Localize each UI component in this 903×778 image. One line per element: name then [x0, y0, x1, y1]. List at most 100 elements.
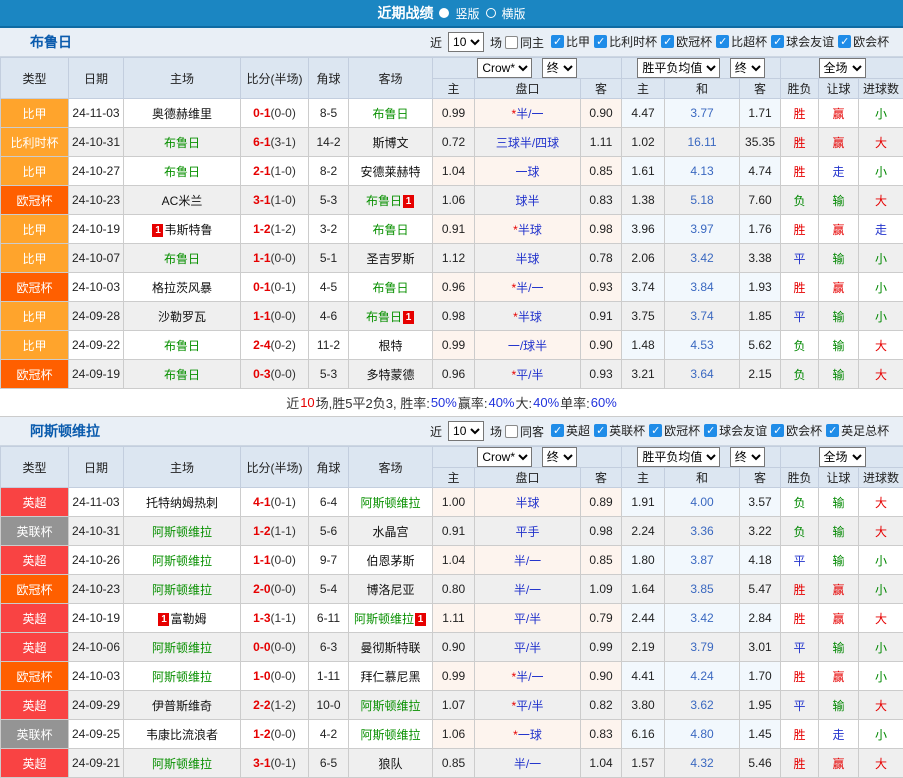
vertical-layout-radio[interactable]	[439, 8, 449, 18]
league-filter-checkbox-item[interactable]: 欧会杯	[771, 422, 822, 439]
same-venue-checkbox-item[interactable]: 同客	[505, 423, 544, 440]
col-odds-away: 客	[581, 468, 622, 488]
league-filter-checkbox-item[interactable]: 英超	[551, 422, 590, 439]
league-type-badge: 英联杯	[1, 517, 69, 546]
avg-stage-select[interactable]: 终	[730, 58, 765, 78]
odds-away: 1.09	[581, 575, 622, 604]
same-venue-checkbox-item[interactable]: 同主	[505, 34, 544, 51]
league-filter-label: 球会友谊	[719, 422, 767, 439]
avg-away: 35.35	[740, 128, 781, 157]
home-team-name: 韦康比流浪者	[146, 728, 218, 742]
result-outcome: 胜	[781, 157, 819, 186]
corner-score: 5-3	[309, 360, 349, 389]
col-type: 类型	[1, 447, 69, 488]
vertical-layout-label[interactable]: 竖版	[455, 5, 479, 22]
odds-away: 0.90	[581, 662, 622, 691]
match-date: 24-09-21	[69, 749, 124, 778]
league-filter-label: 欧冠杯	[664, 422, 700, 439]
score: 0-1(0-0)	[241, 99, 309, 128]
red-card-badge: 1	[152, 224, 163, 237]
match-date: 24-09-25	[69, 720, 124, 749]
league-filter-label: 英足总杯	[841, 422, 889, 439]
handicap: *平/半	[475, 360, 581, 389]
league-filter-checkbox-item[interactable]: 英足总杯	[826, 422, 889, 439]
same-venue-checkbox[interactable]	[505, 36, 518, 49]
odds-stage-select[interactable]: 终	[542, 447, 577, 467]
league-filter-checkbox[interactable]	[661, 35, 674, 48]
avg-away: 1.76	[740, 215, 781, 244]
away-team-name: 阿斯顿维拉	[360, 496, 420, 510]
avg-type-select[interactable]: 胜平负均值	[637, 58, 720, 78]
match-date: 24-10-03	[69, 662, 124, 691]
league-filter-checkbox[interactable]	[826, 424, 839, 437]
league-filter-label: 欧会杯	[786, 422, 822, 439]
half-time-score: (0-0)	[271, 582, 296, 596]
league-filter-checkbox[interactable]	[551, 35, 564, 48]
horizontal-layout-radio[interactable]	[486, 8, 496, 18]
odds-company-select[interactable]: Crow*	[477, 58, 532, 78]
result-outcome: 平	[781, 244, 819, 273]
league-filter-checkbox[interactable]	[716, 35, 729, 48]
col-handicap: 盘口	[475, 79, 581, 99]
scope-select[interactable]: 全场	[819, 447, 866, 467]
league-filter-checkbox-item[interactable]: 欧冠杯	[649, 422, 700, 439]
same-venue-checkbox[interactable]	[505, 425, 518, 438]
league-filter-checkbox-item[interactable]: 比甲	[551, 33, 590, 50]
avg-stage-select[interactable]: 终	[730, 447, 765, 467]
away-team-name: 布鲁日	[366, 310, 402, 324]
league-filter-label: 英联杯	[609, 422, 645, 439]
same-venue-label: 同客	[520, 423, 544, 440]
league-filter-group: 比甲比利时杯欧冠杯比超杯球会友谊欧会杯	[551, 33, 893, 51]
half-time-score: (0-0)	[271, 669, 296, 683]
avg-draw: 3.64	[665, 360, 740, 389]
league-filter-checkbox[interactable]	[551, 424, 564, 437]
home-team-name: 布鲁日	[164, 136, 200, 150]
league-filter-checkbox[interactable]	[594, 35, 607, 48]
avg-select-group: 胜平负均值 终	[622, 58, 781, 79]
home-team: 阿斯顿维拉	[124, 749, 241, 778]
summary-single-rate: 60%	[591, 395, 617, 410]
score: 1-3(1-1)	[241, 604, 309, 633]
odds-away: 0.83	[581, 720, 622, 749]
handicap-text: 半/一	[514, 554, 541, 568]
odds-stage-select[interactable]: 终	[542, 58, 577, 78]
league-filter-checkbox[interactable]	[771, 35, 784, 48]
away-team: 阿斯顿维拉	[349, 720, 433, 749]
match-row: 比甲24-10-27布鲁日2-1(1-0)8-2安德莱赫特1.04一球0.851…	[1, 157, 903, 186]
league-filter-checkbox-item[interactable]: 欧冠杯	[661, 33, 712, 50]
goals-outcome: 小	[859, 99, 903, 128]
avg-draw: 3.74	[665, 302, 740, 331]
league-filter-checkbox-item[interactable]: 英联杯	[594, 422, 645, 439]
league-filter-checkbox[interactable]	[649, 424, 662, 437]
col-home: 主场	[124, 58, 241, 99]
half-time-score: (1-1)	[271, 611, 296, 625]
col-odds-home: 主	[433, 468, 475, 488]
home-team-name: 托特纳姆热刺	[146, 496, 218, 510]
recent-count-select[interactable]: 10	[448, 32, 484, 52]
scope-select[interactable]: 全场	[819, 58, 866, 78]
recent-count-select[interactable]: 10	[448, 421, 484, 441]
league-filter-checkbox-item[interactable]: 比超杯	[716, 33, 767, 50]
league-filter-checkbox-item[interactable]: 球会友谊	[704, 422, 767, 439]
handicap-outcome: 赢	[819, 749, 859, 778]
half-time-score: (0-1)	[271, 756, 296, 770]
goals-outcome: 大	[859, 604, 903, 633]
full-time-score: 0-1	[253, 280, 270, 294]
league-filter-checkbox[interactable]	[704, 424, 717, 437]
horizontal-layout-label[interactable]: 横版	[502, 5, 526, 22]
league-filter-checkbox-item[interactable]: 欧会杯	[838, 33, 889, 50]
league-filter-checkbox-item[interactable]: 球会友谊	[771, 33, 834, 50]
league-type-badge: 比甲	[1, 215, 69, 244]
league-filter-checkbox-item[interactable]: 比利时杯	[594, 33, 657, 50]
odds-away: 0.98	[581, 215, 622, 244]
avg-type-select[interactable]: 胜平负均值	[637, 447, 720, 467]
avg-draw: 3.77	[665, 99, 740, 128]
goals-outcome: 大	[859, 186, 903, 215]
odds-company-select[interactable]: Crow*	[477, 447, 532, 467]
league-filter-checkbox[interactable]	[594, 424, 607, 437]
home-team: 奥德赫维里	[124, 99, 241, 128]
away-team-name: 布鲁日	[372, 107, 408, 121]
league-filter-checkbox[interactable]	[838, 35, 851, 48]
home-team-name: 格拉茨风暴	[152, 281, 212, 295]
league-filter-checkbox[interactable]	[771, 424, 784, 437]
